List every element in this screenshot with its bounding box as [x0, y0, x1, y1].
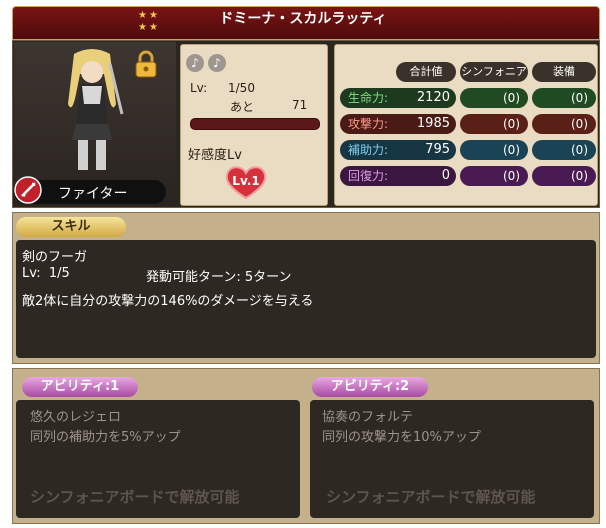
ability-2-name: 協奏のフォルテ	[322, 410, 414, 425]
music-note-icon: ♪	[186, 54, 204, 72]
character-portrait	[68, 49, 124, 170]
skill-level: Lv: 1/5	[22, 266, 70, 281]
ability-1-tab: アビリティ:1	[22, 377, 138, 397]
ability-2-effect: 同列の攻撃力を10%アップ	[322, 430, 481, 445]
class-name: ファイター	[58, 186, 128, 202]
header-total: 合計値	[396, 62, 456, 82]
ability-1-unlock-hint: シンフォニアボードで解放可能	[30, 488, 240, 506]
skill-tab: スキル	[16, 217, 126, 237]
lock-icon[interactable]	[134, 50, 158, 78]
stat-heal-value: 0	[441, 168, 450, 183]
level-label: Lv:	[190, 81, 208, 95]
affinity-label: 好感度Lv	[188, 146, 258, 166]
stat-heal-symphonia: (0)	[460, 166, 528, 186]
stat-atk-equip: (0)	[532, 114, 596, 134]
level-value: 1/50	[228, 81, 255, 95]
header-equipment: 装備	[532, 62, 596, 82]
stat-atk-value: 1985	[416, 116, 450, 131]
music-note-icon: ♪	[208, 54, 226, 72]
ability-1-effect: 同列の補助力を5%アップ	[30, 430, 181, 445]
ability-1-name: 悠久のレジェロ	[30, 410, 122, 425]
skill-description: 敵2体に自分の攻撃力の146%のダメージを与える	[22, 294, 314, 309]
fighter-class-icon	[14, 176, 42, 204]
stat-hp-symphonia: (0)	[460, 88, 528, 108]
exp-remaining-value: 71	[292, 98, 308, 112]
stat-support-symphonia: (0)	[460, 140, 528, 160]
ability-2-tab: アビリティ:2	[312, 377, 428, 397]
stat-hp-equip: (0)	[532, 88, 596, 108]
skill-name: 剣のフーガ	[22, 250, 88, 265]
stat-heal-equip: (0)	[532, 166, 596, 186]
exp-bar	[190, 118, 320, 130]
skill-activation-turn: 発動可能ターン: 5ターン	[146, 270, 292, 285]
stat-atk-symphonia: (0)	[460, 114, 528, 134]
stat-support-value: 795	[425, 142, 450, 157]
ability-2-unlock-hint: シンフォニアボードで解放可能	[326, 488, 536, 506]
stat-hp-value: 2120	[416, 90, 450, 105]
exp-remaining-label: あと	[230, 100, 255, 114]
stat-support-equip: (0)	[532, 140, 596, 160]
affinity-level: Lv.1	[232, 174, 260, 188]
header-symphonia: シンフォニア	[460, 62, 528, 82]
character-name: ドミーナ・スカルラッティ	[219, 11, 387, 27]
